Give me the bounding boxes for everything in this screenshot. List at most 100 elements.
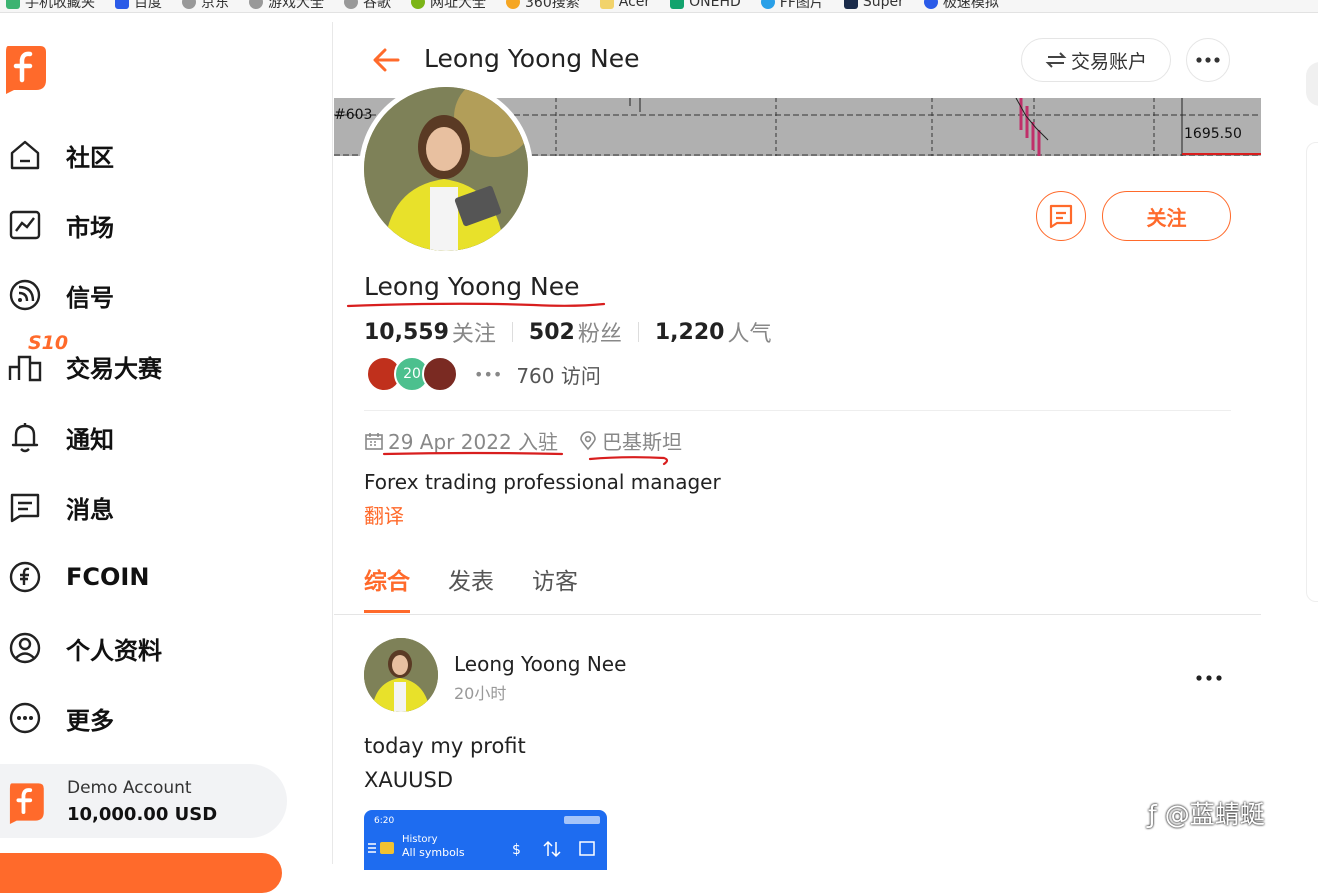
- profile-avatar[interactable]: [359, 82, 533, 256]
- profile-main: Leong Yoong Nee 交易账户 #603 1695.50 关注 Leo…: [334, 22, 1261, 870]
- demo-account-card[interactable]: Demo Account 10,000.00 USD: [0, 764, 287, 838]
- sidebar-item-signals[interactable]: 信号: [8, 275, 114, 315]
- right-panel-card: [1306, 142, 1318, 602]
- page-title: Leong Yoong Nee: [424, 44, 640, 73]
- translate-link[interactable]: 翻译: [364, 500, 404, 529]
- sidebar-item-label: 社区: [66, 143, 114, 172]
- profile-meta: 29 Apr 2022 入驻 巴基斯坦: [364, 426, 682, 455]
- bookmark-label: 谷歌: [363, 0, 391, 11]
- post-image[interactable]: 6:20 History All symbols $: [364, 810, 607, 870]
- following-label[interactable]: 关注: [452, 316, 496, 348]
- bookmark[interactable]: 京东: [182, 0, 229, 12]
- bookmark-label: 京东: [201, 0, 229, 11]
- tab-overview[interactable]: 综合: [364, 562, 410, 613]
- trading-account-button[interactable]: 交易账户: [1021, 38, 1171, 82]
- bookmark-label: 网址大全: [430, 0, 486, 11]
- recent-visitors[interactable]: 20 ••• 760 访问: [366, 356, 601, 392]
- message-icon: [10, 493, 40, 523]
- contest-badge: S10: [28, 332, 69, 354]
- tab-visitors[interactable]: 访客: [532, 562, 578, 613]
- sidebar-item-label: 市场: [66, 213, 114, 242]
- sidebar-item-market[interactable]: 市场: [8, 205, 114, 245]
- follow-button[interactable]: 关注: [1102, 191, 1231, 241]
- sidebar: 社区 市场 信号 交易大赛 通知 消息 FCOIN 个人资料 更多 S10 De…: [0, 22, 333, 893]
- bookmark[interactable]: Acer: [599, 0, 650, 10]
- podium-icon: [8, 355, 42, 382]
- sidebar-item-messages[interactable]: 消息: [8, 487, 114, 527]
- bookmark[interactable]: ONEHD: [670, 0, 741, 10]
- more-options-button[interactable]: [1186, 38, 1230, 82]
- trading-account-label: 交易账户: [1070, 50, 1147, 73]
- post-author-avatar[interactable]: [364, 638, 438, 712]
- bookmark-label: 极速模拟: [942, 0, 999, 11]
- post-author-name[interactable]: Leong Yoong Nee: [454, 652, 626, 676]
- sidebar-item-label: 更多: [66, 706, 114, 735]
- bookmark[interactable]: 360搜索: [506, 0, 580, 12]
- bookmark[interactable]: 百度: [115, 0, 162, 12]
- visitor-avatar: [422, 356, 458, 392]
- sidebar-item-fcoin[interactable]: FCOIN: [8, 557, 149, 597]
- demo-account-name: Demo Account: [67, 778, 192, 798]
- bookmark-label: 360搜索: [525, 0, 580, 11]
- post-timestamp: 20小时: [454, 684, 507, 703]
- more-icon: [9, 702, 41, 734]
- bookmark[interactable]: 手机收藏夹: [6, 0, 95, 12]
- divider: [364, 410, 1231, 411]
- post-image-icons: $: [368, 816, 600, 858]
- ellipsis-icon: [1196, 57, 1220, 63]
- bookmark[interactable]: 极速模拟: [923, 0, 999, 12]
- fcoin-icon: [9, 561, 41, 593]
- bookmark[interactable]: Super: [843, 0, 904, 10]
- right-panel-card[interactable]: [1306, 62, 1318, 106]
- post-more-button[interactable]: [1196, 662, 1222, 687]
- signal-icon: [9, 279, 41, 311]
- sidebar-item-notifications[interactable]: 通知: [8, 417, 114, 457]
- sidebar-item-label: 信号: [66, 283, 114, 312]
- profile-stats: 10,559 关注 502 粉丝 1,220 人气: [364, 316, 771, 348]
- bookmark-label: 游戏大全: [268, 0, 324, 11]
- profile-bio: Forex trading professional manager: [364, 470, 721, 494]
- location-text: 巴基斯坦: [602, 430, 683, 454]
- sidebar-item-label: FCOIN: [66, 563, 150, 591]
- chart-price-label: 1695.50: [1184, 126, 1242, 142]
- tab-posts[interactable]: 发表: [448, 562, 494, 613]
- profile-tabs: 综合 发表 访客: [364, 562, 578, 613]
- bookmark-label: Super: [862, 0, 904, 10]
- app-logo-icon: [9, 783, 44, 824]
- bookmark[interactable]: 网址大全: [411, 0, 486, 12]
- following-count[interactable]: 10,559: [364, 320, 449, 345]
- watermark-text: @蓝蜻蜓: [1164, 800, 1265, 829]
- svg-text:$: $: [512, 842, 521, 858]
- popularity-label: 人气: [727, 322, 772, 347]
- followers-label[interactable]: 粉丝: [578, 316, 622, 348]
- visits-label: 访问: [560, 363, 601, 388]
- bookmark-label: FF图片: [779, 0, 824, 11]
- bookmark-label: 手机收藏夹: [25, 0, 95, 11]
- swap-icon: [1045, 52, 1067, 68]
- location-pin-icon: [580, 430, 596, 450]
- watermark: ƒ @蓝蜻蜓: [1148, 795, 1265, 831]
- divider: [334, 614, 1261, 615]
- sidebar-item-profile[interactable]: 个人资料: [8, 628, 162, 668]
- bookmark[interactable]: 谷歌: [344, 0, 391, 12]
- primary-action-button[interactable]: [0, 853, 282, 893]
- bookmark[interactable]: FF图片: [760, 0, 824, 12]
- ellipsis-icon: •••: [474, 364, 503, 384]
- message-button[interactable]: [1036, 191, 1086, 241]
- ellipsis-icon: [1196, 675, 1222, 681]
- sidebar-item-more[interactable]: 更多: [8, 698, 114, 738]
- app-logo-icon[interactable]: [2, 42, 48, 94]
- right-panel: [1262, 22, 1318, 864]
- bell-icon: [11, 423, 39, 453]
- bookmark[interactable]: 游戏大全: [249, 0, 324, 12]
- sidebar-item-label: 消息: [66, 495, 114, 524]
- popularity-count: 1,220: [654, 319, 725, 345]
- profile-name: Leong Yoong Nee: [364, 272, 580, 301]
- profile-icon: [9, 632, 41, 664]
- home-icon: [10, 140, 40, 170]
- chart-label: #603: [334, 107, 373, 123]
- visits-count: 760: [516, 363, 555, 388]
- followers-count[interactable]: 502: [529, 320, 575, 345]
- sidebar-item-community[interactable]: 社区: [8, 135, 114, 175]
- back-arrow-icon[interactable]: [370, 44, 402, 76]
